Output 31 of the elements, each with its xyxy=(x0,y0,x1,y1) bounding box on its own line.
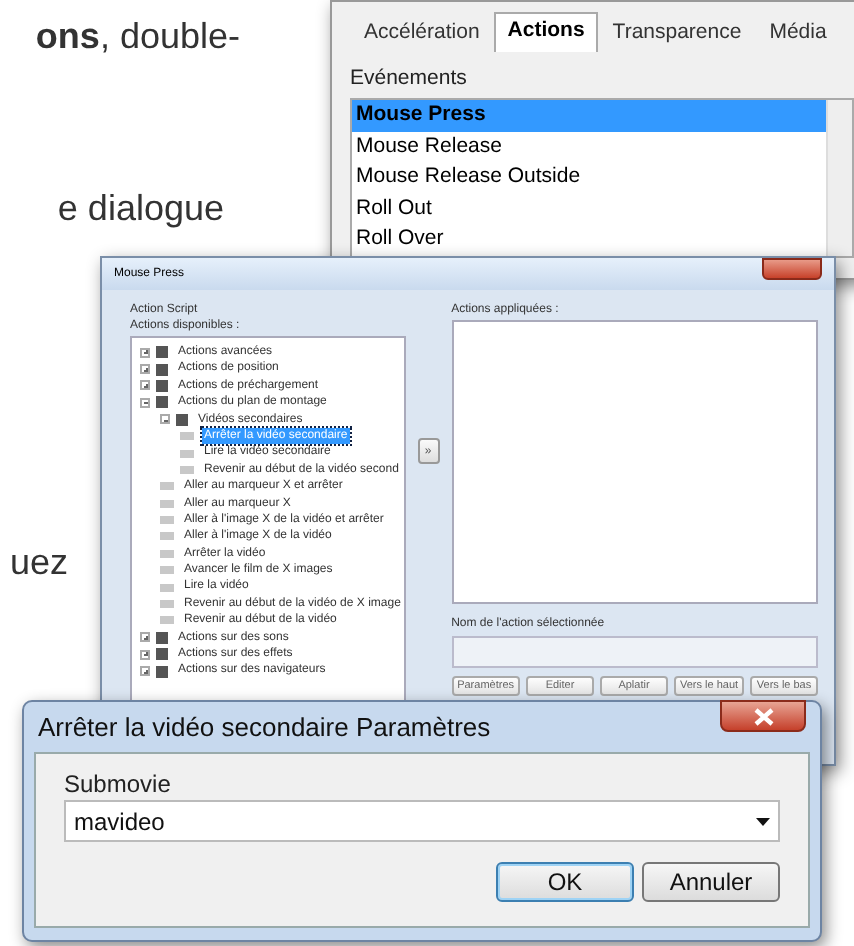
expand-icon[interactable] xyxy=(140,649,150,660)
tab[interactable]: Transparence xyxy=(598,14,756,52)
event-item[interactable]: Roll Over xyxy=(352,224,826,255)
expand-icon[interactable] xyxy=(140,632,150,643)
expand-icon[interactable] xyxy=(140,380,150,391)
tab[interactable]: Actions xyxy=(493,12,599,52)
collapse-icon[interactable] xyxy=(160,414,170,425)
event-item[interactable]: Mouse Release Outside xyxy=(352,162,826,193)
event-item[interactable]: Roll Out xyxy=(352,193,826,224)
event-item[interactable]: Mouse Release xyxy=(352,131,826,162)
tab[interactable]: Accélération xyxy=(350,14,494,52)
dialog-button[interactable]: OK xyxy=(496,862,634,902)
document-text: uez xyxy=(9,542,68,584)
dialog-button[interactable]: Annuler xyxy=(642,862,780,902)
document-text: e dialogue xyxy=(57,188,224,230)
field-label: Submovie xyxy=(64,770,173,798)
action-name-field[interactable] xyxy=(451,636,818,668)
caret-icon xyxy=(756,817,770,825)
document-text: ons, double- xyxy=(35,16,240,58)
collapse-icon[interactable] xyxy=(140,397,150,408)
expand-icon[interactable] xyxy=(140,666,150,677)
event-item[interactable]: Mouse Press xyxy=(352,100,826,131)
close-icon[interactable] xyxy=(762,258,822,280)
events-label: Evénements xyxy=(350,66,469,90)
scrollbar[interactable] xyxy=(826,100,852,255)
submovie-dropdown[interactable]: mavideo xyxy=(64,800,780,842)
tab[interactable]: Média xyxy=(755,14,841,52)
close-icon[interactable] xyxy=(720,700,806,732)
window-title: Arrêter la vidéo secondaire Paramètres xyxy=(38,712,491,742)
expand-icon[interactable] xyxy=(140,364,150,375)
expand-icon[interactable] xyxy=(140,347,150,358)
